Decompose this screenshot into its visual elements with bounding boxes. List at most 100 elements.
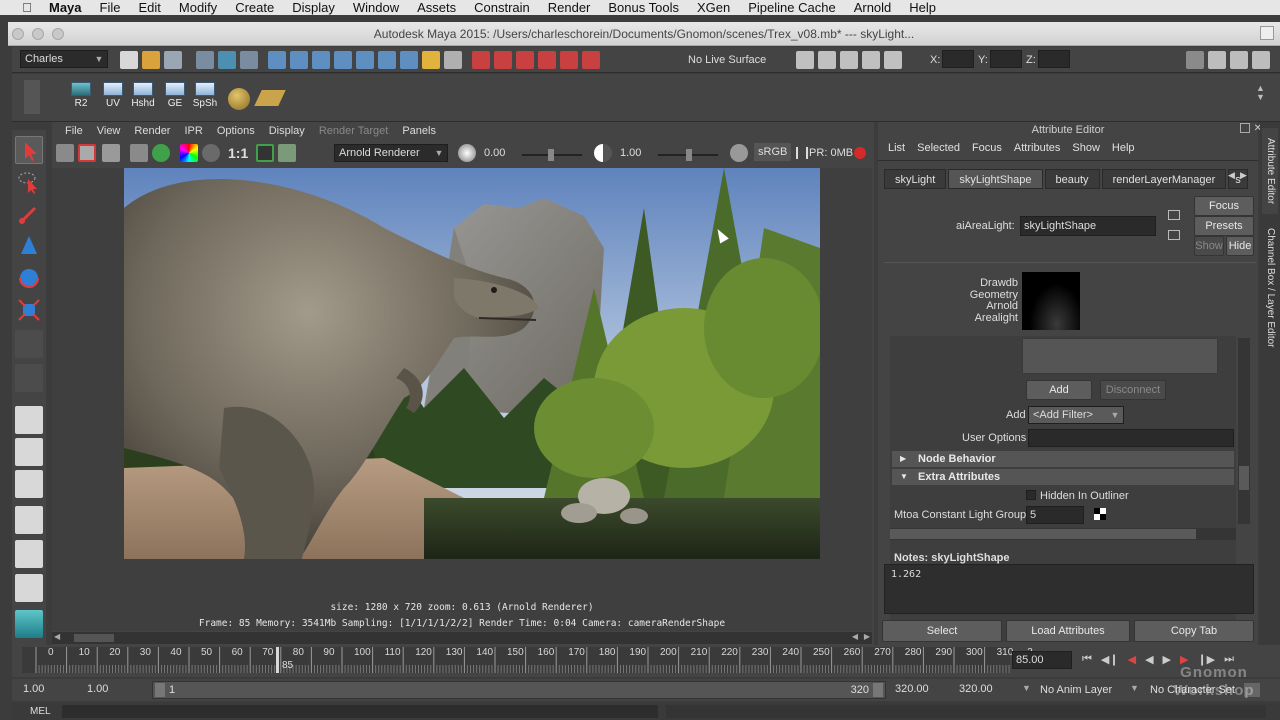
menu-window[interactable]: Window (344, 0, 408, 15)
render-region-icon[interactable] (78, 144, 96, 162)
remove-image-icon[interactable] (278, 144, 296, 162)
plane-icon[interactable] (254, 90, 286, 106)
range-bar[interactable]: 1 320 (152, 681, 886, 699)
paint-select-tool-icon[interactable] (15, 200, 43, 228)
map-button-icon[interactable] (1094, 508, 1106, 520)
layout-four-icon[interactable] (15, 438, 43, 466)
rv-menu-render-target[interactable]: Render Target (312, 125, 396, 137)
stop-render-icon[interactable] (854, 147, 866, 159)
attr-hscroll-thumb[interactable] (890, 529, 1196, 539)
attr-vscroll-thumb[interactable] (1239, 466, 1249, 490)
menu-app-maya[interactable]: Maya (40, 0, 91, 15)
redo-render-icon[interactable] (56, 144, 74, 162)
tab-skylightshape[interactable]: skyLightShape (948, 169, 1043, 189)
shelf-item-r2[interactable]: R2 (68, 82, 94, 116)
float-panel-icon[interactable] (1240, 123, 1250, 133)
section-extra-attributes[interactable]: ▼ Extra Attributes (892, 469, 1234, 485)
render-frame-icon[interactable] (818, 51, 836, 69)
snap-live-icon[interactable] (356, 51, 374, 69)
render-view-hscroll[interactable]: ◀ ◀ ▶ (52, 632, 872, 644)
filter-list[interactable] (1022, 338, 1218, 374)
select-component-icon[interactable] (240, 51, 258, 69)
go-output-icon[interactable] (1168, 230, 1180, 240)
hscroll-thumb[interactable] (74, 634, 114, 642)
range-handle-end[interactable] (873, 683, 883, 697)
attr-vscroll[interactable] (1238, 338, 1250, 524)
add-button[interactable]: Add (1026, 380, 1092, 400)
tabs-scroll-left-icon[interactable]: ◀ (1228, 170, 1235, 181)
y-field[interactable] (990, 50, 1022, 68)
render-settings-icon[interactable] (862, 51, 880, 69)
rv-menu-panels[interactable]: Panels (395, 125, 443, 137)
menu-edit[interactable]: Edit (129, 0, 169, 15)
ae-menu-selected[interactable]: Selected (911, 142, 966, 154)
menu-render[interactable]: Render (539, 0, 600, 15)
maya-logo-icon[interactable] (15, 610, 43, 638)
select-hierarchy-icon[interactable] (196, 51, 214, 69)
magnet-plane-icon[interactable] (538, 51, 556, 69)
rv-menu-view[interactable]: View (90, 125, 128, 137)
layout-dope-icon[interactable] (15, 574, 43, 602)
select-button[interactable]: Select (882, 620, 1002, 642)
tab-skylight[interactable]: skyLight (884, 169, 947, 189)
step-back-key-icon[interactable]: ◀ (1128, 653, 1136, 666)
focus-button[interactable]: Focus (1194, 196, 1254, 216)
tabs-scroll-right-icon[interactable]: ▶ (1240, 170, 1247, 181)
layout-single-icon[interactable] (15, 406, 43, 434)
go-input-icon[interactable] (1168, 210, 1180, 220)
hide-button[interactable]: Hide (1226, 236, 1254, 256)
scroll-left-icon[interactable]: ◀ (54, 632, 60, 641)
notes-field[interactable]: 1.262 (884, 564, 1254, 614)
anim-layer-chevron-icon[interactable]: ▼ (1022, 683, 1031, 693)
scroll-right-icon[interactable]: ◀ (852, 632, 858, 641)
end-time-field[interactable]: 320.00 (956, 681, 1012, 699)
empty-tool-slot[interactable] (15, 364, 43, 392)
open-scene-icon[interactable] (142, 51, 160, 69)
menu-constrain[interactable]: Constrain (465, 0, 539, 15)
last-tool-icon[interactable] (15, 330, 43, 358)
refresh-ipr-icon[interactable] (152, 144, 170, 162)
time-slider[interactable]: 0 10 20 30 40 50 60 70 80 90 100 110 120 130 140 150 160… (12, 645, 1280, 677)
magnet-curve-icon[interactable] (494, 51, 512, 69)
snapshot-icon[interactable] (102, 144, 120, 162)
side-tab-attribute-editor[interactable]: Attribute Editor (1262, 128, 1278, 214)
fullscreen-button[interactable] (1260, 26, 1274, 40)
x-field[interactable] (942, 50, 974, 68)
menu-xgen[interactable]: XGen (688, 0, 739, 15)
lasso-tool-icon[interactable] (15, 168, 43, 196)
snap-curve-icon[interactable] (290, 51, 308, 69)
rv-menu-file[interactable]: File (58, 125, 90, 137)
live-surface-icon[interactable] (582, 51, 600, 69)
render-area[interactable]: size: 1280 x 720 zoom: 0.613 (Arnold Ren… (52, 168, 872, 631)
rotate-tool-icon[interactable] (15, 264, 43, 292)
select-object-icon[interactable] (218, 51, 236, 69)
shelf-item-spsh[interactable]: SpSh (192, 82, 218, 116)
ae-menu-show[interactable]: Show (1066, 142, 1106, 154)
gamma-slider-handle[interactable] (686, 149, 692, 161)
exposure-slider-handle[interactable] (548, 149, 554, 161)
shelf-item-ge[interactable]: GE (162, 82, 188, 116)
disconnect-button[interactable]: Disconnect (1100, 380, 1166, 400)
menu-pipeline-cache[interactable]: Pipeline Cache (739, 0, 844, 15)
presets-button[interactable]: Presets (1194, 216, 1254, 236)
color-management-icon[interactable] (730, 144, 748, 162)
save-scene-icon[interactable] (164, 51, 182, 69)
attr-hscroll[interactable] (890, 528, 1236, 540)
ae-menu-list[interactable]: List (882, 142, 911, 154)
magnet-surface-icon[interactable] (560, 51, 578, 69)
mel-label[interactable]: MEL (30, 706, 51, 717)
ratio-label[interactable]: 1:1 (228, 145, 248, 161)
gamma-slider[interactable] (658, 149, 718, 161)
hidden-in-outliner-checkbox[interactable] (1026, 490, 1036, 500)
snap-point-icon[interactable] (312, 51, 330, 69)
scroll-right-end-icon[interactable]: ▶ (864, 632, 870, 641)
section-node-behavior[interactable]: ▶ Node Behavior (892, 451, 1234, 467)
input-ops-icon[interactable] (444, 51, 462, 69)
ae-menu-help[interactable]: Help (1106, 142, 1141, 154)
shelf-scroll-icon[interactable]: ▲ ▼ (1256, 84, 1266, 112)
menu-help[interactable]: Help (900, 0, 945, 15)
add-filter-dropdown[interactable]: <Add Filter> ▼ (1028, 406, 1124, 424)
tool-settings-toggle-icon[interactable] (1230, 51, 1248, 69)
lock-icon[interactable] (422, 51, 440, 69)
command-input[interactable] (62, 705, 658, 718)
